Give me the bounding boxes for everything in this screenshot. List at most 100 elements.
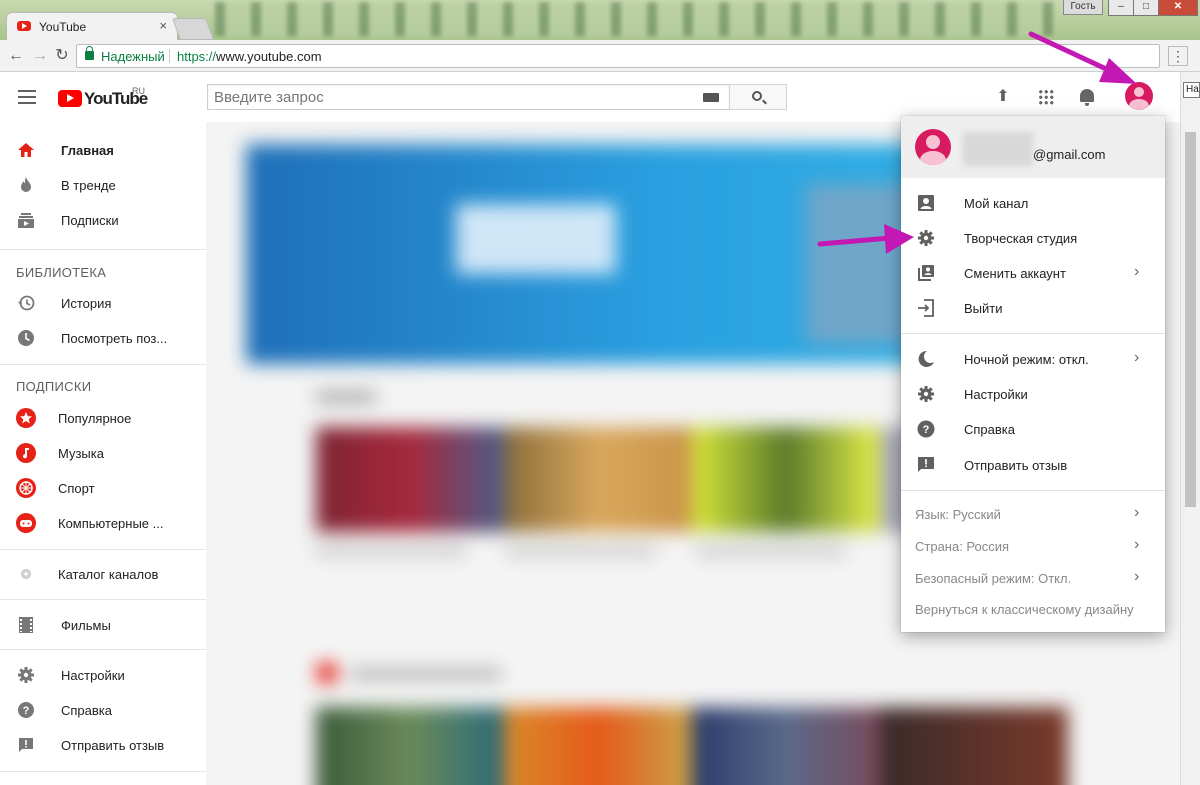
fire-icon [21,177,31,192]
menu-item-restricted-mode[interactable]: Безопасный режим: Откл. › [901,561,1165,595]
feedback-icon [918,457,934,472]
sidebar-item-label: Главная [61,143,114,158]
browser-menu-icon[interactable]: ⋮ [1168,46,1188,66]
menu-item-switch-account[interactable]: Сменить аккаунт › [901,256,1165,290]
sign-out-icon [918,299,934,317]
sidebar-divider [0,549,206,550]
menu-item-my-channel[interactable]: Мой канал [901,186,1165,220]
music-icon [16,443,36,463]
browser-tab-youtube[interactable]: YouTube × [6,12,178,40]
menu-item-label: Отправить отзыв [964,458,1068,473]
sidebar-item-label: Подписки [61,213,119,228]
sidebar-item-watch-later[interactable]: Посмотреть поз... [0,321,206,355]
sidebar-item-feedback[interactable]: Отправить отзыв [0,728,206,762]
subscriptions-section-title: ПОДПИСКИ [16,379,92,394]
chevron-right-icon: › [1134,504,1140,521]
upload-icon[interactable]: ⬆ [994,88,1012,106]
reload-icon[interactable]: ↻ [52,46,72,66]
sidebar-item-label: Популярное [58,411,132,426]
menu-item-classic-design[interactable]: Вернуться к классическому дизайну [901,592,1165,626]
sidebar-item-label: Спорт [58,481,95,496]
sidebar-item-settings[interactable]: Настройки [0,658,206,692]
feedback-icon [19,738,33,752]
menu-item-label: Выйти [964,301,1003,316]
tab-close-icon[interactable]: × [159,18,167,33]
star-icon [16,408,36,428]
sidebar-item-channel-catalog[interactable]: Каталог каналов [0,557,206,591]
gear-icon [18,667,34,683]
secure-label: Надежный [101,49,165,64]
menu-item-sign-out[interactable]: Выйти [901,291,1165,325]
new-tab-button[interactable] [171,18,215,40]
hamburger-menu-icon[interactable] [18,90,36,104]
gamepad-icon [16,513,36,533]
account-avatar-button[interactable] [1125,82,1153,110]
sidebar-item-music[interactable]: Музыка [0,436,206,470]
menu-divider [901,333,1165,334]
sidebar-item-sport[interactable]: Спорт [0,471,206,505]
scrollbar-thumb[interactable] [1185,132,1196,507]
search-button[interactable] [729,84,787,110]
gear-icon [918,386,934,402]
menu-item-label: Страна: Россия [915,539,1010,554]
apps-grid-icon[interactable] [1038,89,1054,105]
sidebar-item-movies[interactable]: Фильмы [0,608,206,642]
sidebar-item-trending[interactable]: В тренде [0,168,206,202]
chevron-right-icon: › [1134,568,1140,585]
sidebar-item-home[interactable]: Главная [0,133,206,167]
menu-item-country[interactable]: Страна: Россия › [901,529,1165,563]
window-close-button[interactable]: ✕ [1158,0,1198,16]
menu-item-label: Язык: Русский [915,507,1001,522]
back-arrow-icon[interactable]: ← [6,46,26,66]
tab-title: YouTube [39,20,87,34]
account-box-icon [918,195,934,211]
youtube-play-icon [58,90,82,107]
notifications-bell-icon[interactable] [1080,89,1094,106]
url-text[interactable]: https://www.youtube.com [177,49,322,64]
sidebar-item-label: Каталог каналов [58,567,159,582]
keyboard-icon[interactable] [703,93,719,102]
window-maximize-button[interactable]: □ [1133,0,1159,16]
address-bar[interactable]: Надежный https://www.youtube.com [76,44,1160,68]
menu-item-settings[interactable]: Настройки [901,377,1165,411]
menu-item-help[interactable]: ? Справка [901,412,1165,446]
sidebar-item-help[interactable]: ? Справка [0,693,206,727]
guest-profile-button[interactable]: Гость [1063,0,1103,15]
menu-item-label: Сменить аккаунт [964,266,1066,281]
subscriptions-icon [18,213,34,228]
sidebar-divider [0,649,206,650]
sidebar-item-popular[interactable]: Популярное [0,401,206,435]
window-minimize-button[interactable]: – [1108,0,1134,16]
menu-item-language[interactable]: Язык: Русский › [901,497,1165,531]
switch-account-icon [918,265,934,281]
sidebar-item-label: Посмотреть поз... [61,331,168,346]
menu-item-label: Творческая студия [964,231,1078,246]
menu-item-dark-mode[interactable]: Ночной режим: откл. › [901,342,1165,376]
menu-item-label: Мой канал [964,196,1029,211]
sidebar-item-label: Настройки [61,668,125,683]
sidebar: Главная В тренде Подписки БИБЛИОТЕКА Ист… [0,122,206,785]
forward-arrow-icon[interactable]: → [30,46,50,66]
menu-item-feedback[interactable]: Отправить отзыв [901,448,1165,482]
history-icon [18,295,35,311]
sport-icon [16,478,36,498]
menu-item-creator-studio[interactable]: Творческая студия [901,221,1165,255]
search-input[interactable] [208,85,688,109]
sidebar-item-gaming[interactable]: Компьютерные ... [0,506,206,540]
help-icon: ? [917,420,935,438]
page-scrollbar[interactable] [1180,72,1200,785]
gear-icon [918,230,934,246]
sidebar-item-history[interactable]: История [0,286,206,320]
account-menu: @gmail.com Мой канал Творческая студия С… [901,116,1165,632]
search-box [207,84,729,110]
browser-tab-strip: YouTube × Гость – □ ✕ [0,0,1200,40]
blurred-bookmarks [215,2,1055,36]
film-icon [19,617,33,633]
browser-toolbar: ← → ↻ Надежный https://www.youtube.com ⋮ [0,40,1200,72]
sidebar-item-label: Музыка [58,446,104,461]
svg-text:?: ? [923,424,930,436]
avatar [915,129,951,165]
youtube-favicon-icon [17,21,31,31]
lock-icon [85,46,94,60]
sidebar-item-subscriptions[interactable]: Подписки [0,203,206,237]
